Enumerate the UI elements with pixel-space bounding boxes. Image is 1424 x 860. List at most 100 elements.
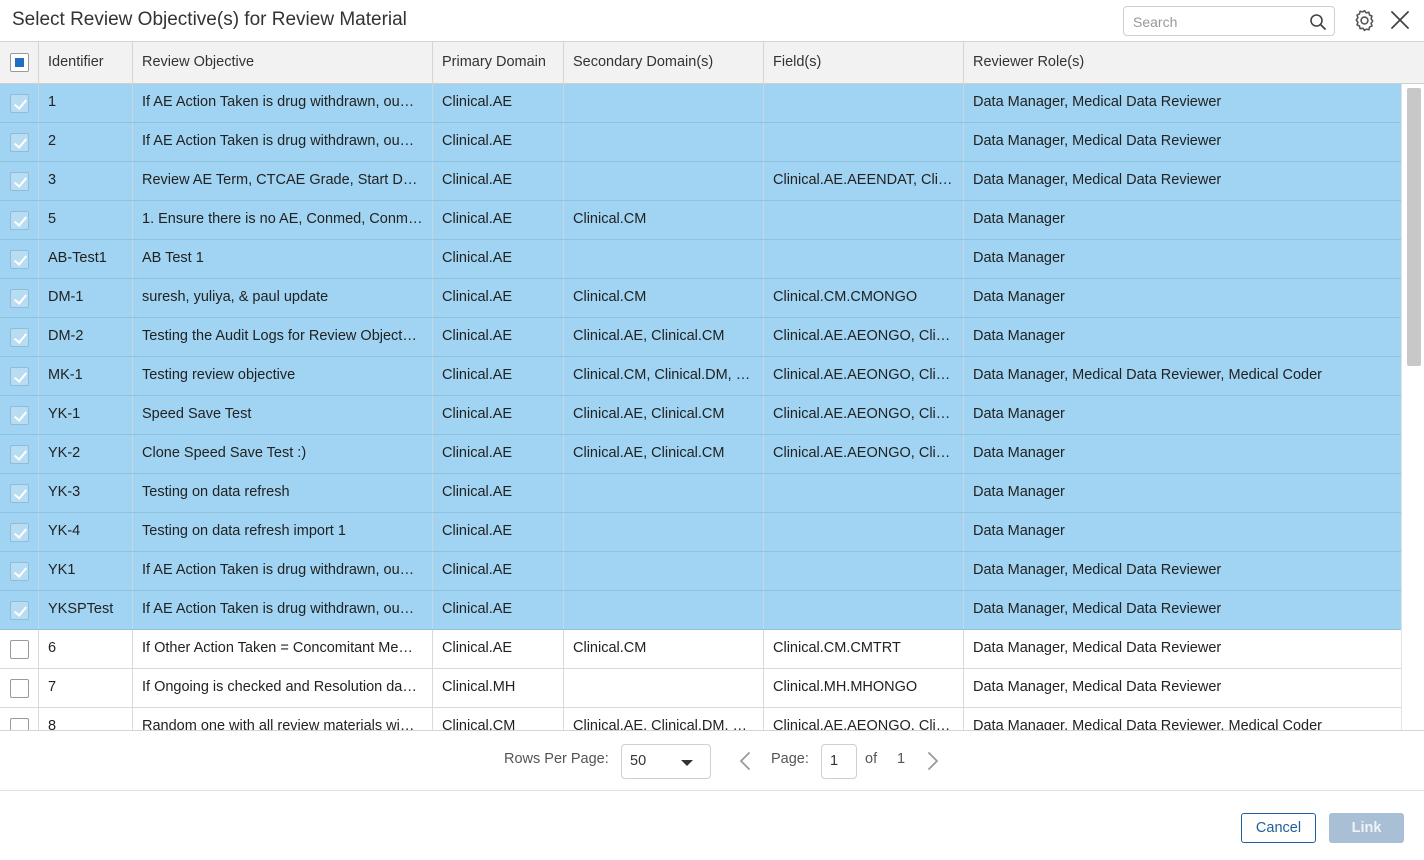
row-checkbox[interactable] [9,717,29,730]
select-all-cell [0,42,39,83]
cell-review-objective: Testing the Audit Logs for Review Object… [133,318,433,356]
cell-fields: Clinical.AE.AEONGO, Clini… [764,708,964,730]
row-checkbox[interactable] [9,132,29,152]
cell-identifier: DM-2 [39,318,133,356]
gear-icon[interactable] [1352,8,1377,33]
row-checkbox-cell [0,669,39,707]
cell-secondary-domains [564,513,764,551]
cell-review-objective: suresh, yuliya, & paul update [133,279,433,317]
table-row[interactable]: 7 If Ongoing is checked and Resolution da… [0,669,1401,708]
cell-secondary-domains: Clinical.AE, Clinical.CM [564,318,764,356]
cell-identifier: DM-1 [39,279,133,317]
cell-reviewer-roles: Data Manager [973,211,1065,227]
column-header-fields[interactable]: Field(s) [764,42,964,83]
vertical-scrollbar[interactable] [1401,84,1424,730]
cell-secondary-domains [564,123,764,161]
cell-review-objective: Review AE Term, CTCAE Grade, Start Dat… [133,162,433,200]
cell-review-objective: Testing on data refresh [133,474,433,512]
cell-secondary-domains: Clinical.CM [564,279,764,317]
cell-secondary-domains [564,240,764,278]
link-button[interactable]: Link [1329,813,1404,843]
table-row[interactable]: YK1 If AE Action Taken is drug withdrawn,… [0,552,1401,591]
table-body: 1 If AE Action Taken is drug withdrawn, o… [0,84,1401,731]
search-input[interactable] [1133,12,1303,32]
row-checkbox[interactable] [9,444,29,464]
table-row[interactable]: YK-1 Speed Save Test Clinical.AE Clinical.A… [0,396,1401,435]
row-checkbox-cell [0,123,39,161]
close-icon[interactable] [1389,9,1411,31]
chevron-left-icon[interactable] [737,751,755,771]
column-header-secondary-domains[interactable]: Secondary Domain(s) [564,42,764,83]
row-checkbox-cell [0,201,39,239]
table-row[interactable]: DM-1 suresh, yuliya, & paul update Clinica… [0,279,1401,318]
review-objectives-table: Identifier Review Objective Primary Doma… [0,41,1424,731]
table-row[interactable]: 8 Random one with all review materials wi… [0,708,1401,731]
table-row[interactable]: 5 1. Ensure there is no AE, Conmed, Conm…… [0,201,1401,240]
cell-primary-domain: Clinical.AE [433,591,564,629]
row-checkbox[interactable] [9,366,29,386]
table-row[interactable]: 1 If AE Action Taken is drug withdrawn, o… [0,84,1401,123]
cell-primary-domain: Clinical.AE [433,513,564,551]
cell-reviewer-roles: Data Manager, Medical Data Reviewer, Med… [973,718,1322,731]
column-header-review-objective[interactable]: Review Objective [133,42,433,83]
table-row[interactable]: YK-4 Testing on data refresh import 1 Clin… [0,513,1401,552]
table-row[interactable]: 2 If AE Action Taken is drug withdrawn, o… [0,123,1401,162]
row-checkbox-cell [0,84,39,122]
table-row[interactable]: 3 Review AE Term, CTCAE Grade, Start Dat…… [0,162,1401,201]
table-row[interactable]: YK-2 Clone Speed Save Test :) Clinical.AE C… [0,435,1401,474]
row-checkbox[interactable] [9,522,29,542]
search-icon[interactable] [1309,13,1327,31]
row-checkbox[interactable] [9,93,29,113]
table-header: Identifier Review Objective Primary Doma… [0,42,1401,84]
page-label: Page: [771,751,809,767]
cell-identifier: 6 [39,630,133,668]
table-row[interactable]: AB-Test1 AB Test 1 Clinical.AE Data Manager [0,240,1401,279]
row-checkbox[interactable] [9,678,29,698]
cell-secondary-domains: Clinical.AE, Clinical.CM [564,435,764,473]
select-all-checkbox[interactable] [9,53,29,72]
row-checkbox[interactable] [9,327,29,347]
cell-primary-domain: Clinical.AE [433,396,564,434]
table-row[interactable]: DM-2 Testing the Audit Logs for Review Ob… [0,318,1401,357]
column-header-reviewer-roles[interactable]: Reviewer Role(s) [964,42,1401,83]
cell-review-objective: Clone Speed Save Test :) [133,435,433,473]
cell-fields: Clinical.CM.CMTRT [764,630,964,668]
cell-secondary-domains: Clinical.CM, Clinical.DM, … [564,357,764,395]
row-checkbox[interactable] [9,210,29,230]
row-checkbox-cell [0,240,39,278]
row-checkbox[interactable] [9,249,29,269]
table-row[interactable]: 6 If Other Action Taken = Concomitant Me…… [0,630,1401,669]
cell-reviewer-roles: Data Manager [973,406,1065,422]
cancel-button[interactable]: Cancel [1241,813,1316,843]
row-checkbox[interactable] [9,600,29,620]
row-checkbox[interactable] [9,639,29,659]
row-checkbox-cell [0,435,39,473]
cell-fields [764,474,964,512]
row-checkbox[interactable] [9,405,29,425]
cell-review-objective: Speed Save Test [133,396,433,434]
total-pages: 1 [897,751,906,767]
chevron-right-icon[interactable] [923,751,941,771]
table-row[interactable]: YKSPTest If AE Action Taken is drug withd… [0,591,1401,630]
dialog-title: Select Review Objective(s) for Review Ma… [12,9,407,30]
column-header-identifier[interactable]: Identifier [39,42,133,83]
row-checkbox[interactable] [9,288,29,308]
row-checkbox-cell [0,318,39,356]
table-row[interactable]: YK-3 Testing on data refresh Clinical.AE Da… [0,474,1401,513]
search-box[interactable] [1123,6,1335,36]
row-checkbox[interactable] [9,171,29,191]
row-checkbox[interactable] [9,561,29,581]
table-row[interactable]: MK-1 Testing review objective Clinical.AE C… [0,357,1401,396]
column-header-primary-domain[interactable]: Primary Domain [433,42,564,83]
page-number-input[interactable]: 1 [821,744,857,779]
cell-fields [764,240,964,278]
cell-primary-domain: Clinical.AE [433,162,564,200]
cell-identifier: 2 [39,123,133,161]
cell-review-objective: Testing review objective [133,357,433,395]
cell-reviewer-roles: Data Manager, Medical Data Reviewer [973,133,1222,149]
cell-secondary-domains [564,591,764,629]
scrollbar-thumb[interactable] [1407,88,1421,366]
row-checkbox[interactable] [9,483,29,503]
cell-primary-domain: Clinical.AE [433,201,564,239]
rows-per-page-select[interactable]: 50 [621,744,711,779]
